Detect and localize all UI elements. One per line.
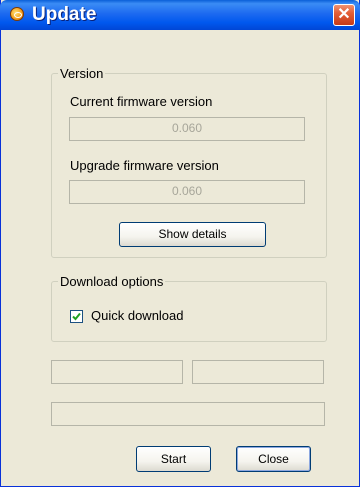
close-window-button[interactable]: ✕ [333, 4, 355, 26]
current-firmware-label: Current firmware version [70, 94, 213, 109]
close-icon: ✕ [337, 6, 351, 23]
upgrade-firmware-label: Upgrade firmware version [70, 158, 219, 173]
update-icon [10, 7, 24, 21]
window-title: Update [32, 4, 97, 25]
status-left-box [51, 360, 183, 384]
check-icon [72, 312, 81, 321]
start-button[interactable]: Start [136, 446, 211, 472]
update-dialog: Update ✕ Version Current firmware versio… [0, 0, 360, 487]
status-right-box [192, 360, 324, 384]
progress-box [51, 402, 325, 426]
show-details-button[interactable]: Show details [119, 222, 266, 247]
quick-download-checkbox[interactable] [70, 310, 83, 323]
title-bar[interactable]: Update ✕ [0, 0, 360, 30]
version-legend: Version [60, 66, 104, 81]
download-options-legend: Download options [60, 274, 164, 289]
close-button[interactable]: Close [236, 446, 311, 472]
upgrade-firmware-field: 0.060 [69, 180, 305, 204]
current-firmware-field: 0.060 [69, 117, 305, 141]
quick-download-label[interactable]: Quick download [91, 308, 184, 323]
